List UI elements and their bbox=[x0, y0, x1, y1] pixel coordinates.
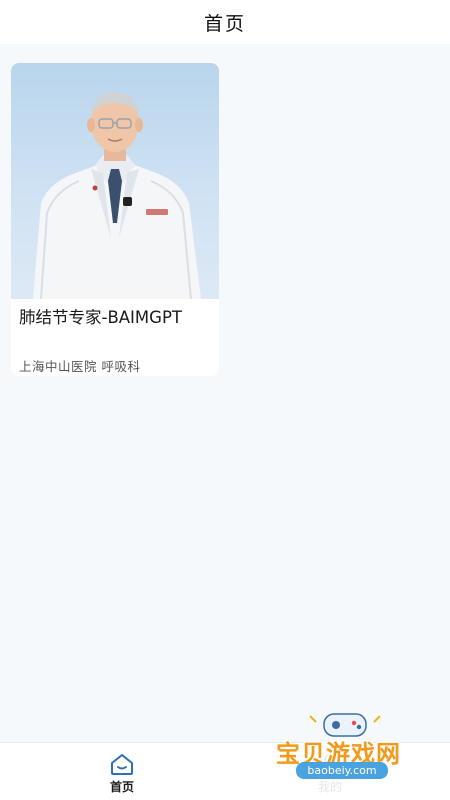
site-watermark: 宝贝游戏网 baobeiy.com bbox=[270, 706, 420, 800]
expert-card[interactable]: 肺结节专家-BAIMGPT 上海中山医院 呼吸科 bbox=[11, 63, 219, 376]
card-subtitle: 上海中山医院 呼吸科 bbox=[19, 359, 141, 374]
nav-label-home: 首页 bbox=[109, 780, 134, 794]
doctor-photo bbox=[11, 63, 219, 299]
app-screen: 首页 肺结节专家-BAIMGPT 上海中山医院 呼吸科 首页 宝贝游戏网 bao… bbox=[0, 0, 450, 800]
home-icon bbox=[108, 752, 136, 776]
card-title: 肺结节专家-BAIMGPT bbox=[19, 308, 182, 327]
watermark-url: baobeiy.com bbox=[296, 762, 388, 779]
top-bar: 首页 bbox=[0, 0, 450, 44]
page-title: 首页 bbox=[203, 12, 246, 35]
nav-item-home[interactable]: 首页 bbox=[92, 743, 152, 800]
